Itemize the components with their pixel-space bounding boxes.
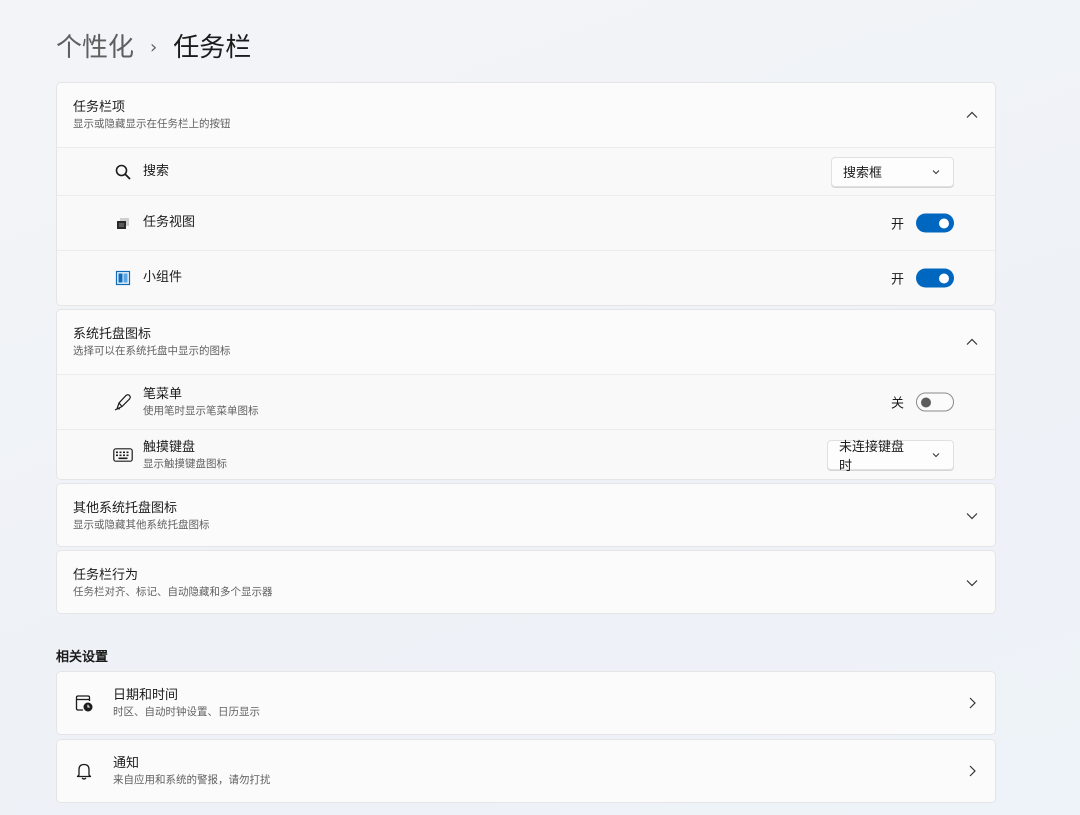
chevron-down-icon	[932, 169, 940, 174]
related-settings-heading: 相关设置	[56, 650, 109, 665]
breadcrumb: 个性化 › 任务栏	[56, 30, 251, 66]
section-title: 系统托盘图标	[73, 327, 152, 342]
dropdown-value: 未连接键盘时	[839, 440, 905, 474]
search-icon	[113, 162, 133, 182]
notifications-text: 通知 来自应用和系统的警报，请勿打扰	[113, 755, 271, 787]
date-time-title: 日期和时间	[113, 688, 179, 703]
chevron-right-icon	[969, 765, 976, 777]
other-tray-icons-header[interactable]: 其他系统托盘图标 显示或隐藏其他系统托盘图标	[57, 484, 995, 546]
date-time-text: 日期和时间 时区、自动时钟设置、日历显示	[113, 687, 260, 719]
search-label: 搜索	[143, 163, 170, 179]
notifications-subtitle: 来自应用和系统的警报，请勿打扰	[113, 774, 271, 786]
dropdown-value: 搜索框	[843, 166, 883, 181]
pen-menu-description: 使用笔时显示笔菜单图标	[143, 405, 259, 417]
task-view-icon	[113, 213, 133, 233]
touch-keyboard-label: 触摸键盘	[143, 440, 196, 455]
toggle-knob	[921, 397, 931, 407]
chevron-up-icon[interactable]	[965, 335, 979, 349]
taskbar-items-section: 任务栏项 显示或隐藏显示在任务栏上的按钮 搜索 搜索框 任务视图 开 小组件 开	[56, 82, 996, 306]
section-subtitle: 选择可以在系统托盘中显示的图标	[73, 345, 231, 357]
chevron-down-icon[interactable]	[965, 509, 979, 523]
touch-keyboard-dropdown[interactable]: 未连接键盘时	[827, 440, 954, 474]
bell-icon	[73, 760, 95, 782]
touch-keyboard-row: 触摸键盘 显示触摸键盘图标 未连接键盘时	[57, 429, 995, 479]
task-view-toggle[interactable]	[916, 213, 954, 233]
section-subtitle: 显示或隐藏显示在任务栏上的按钮	[73, 118, 231, 130]
touch-keyboard-description: 显示触摸键盘图标	[143, 458, 227, 470]
widgets-row: 小组件 开	[57, 250, 995, 305]
task-view-label: 任务视图	[143, 215, 196, 230]
toggle-knob	[939, 218, 949, 228]
taskbar-behaviors-header[interactable]: 任务栏行为 任务栏对齐、标记、自动隐藏和多个显示器	[57, 551, 995, 613]
pen-menu-text: 笔菜单 使用笔时显示笔菜单图标	[143, 386, 259, 418]
search-row: 搜索 搜索框	[57, 147, 995, 195]
system-tray-section: 系统托盘图标 选择可以在系统托盘中显示的图标 笔菜单 使用笔时显示笔菜单图标 关…	[56, 309, 996, 480]
notifications-title: 通知	[113, 756, 140, 771]
toggle-state-label: 关	[890, 396, 904, 412]
section-title: 任务栏项	[73, 100, 126, 115]
pen-menu-label: 笔菜单	[143, 387, 183, 402]
task-view-row: 任务视图 开	[57, 195, 995, 250]
keyboard-icon	[113, 445, 133, 465]
chevron-down-icon	[932, 453, 940, 458]
date-time-subtitle: 时区、自动时钟设置、日历显示	[113, 706, 260, 718]
widgets-toggle[interactable]	[916, 268, 954, 288]
chevron-right-icon	[969, 697, 976, 709]
pen-menu-toggle-group: 关	[890, 392, 954, 412]
section-subtitle: 任务栏对齐、标记、自动隐藏和多个显示器	[73, 586, 273, 598]
date-time-link[interactable]: 日期和时间 时区、自动时钟设置、日历显示	[56, 671, 996, 735]
system-tray-header[interactable]: 系统托盘图标 选择可以在系统托盘中显示的图标	[57, 310, 995, 374]
toggle-knob	[939, 273, 949, 283]
widgets-toggle-group: 开	[890, 268, 954, 288]
toggle-state-label: 开	[890, 217, 904, 233]
taskbar-items-header[interactable]: 任务栏项 显示或隐藏显示在任务栏上的按钮	[57, 83, 995, 147]
pen-menu-row: 笔菜单 使用笔时显示笔菜单图标 关	[57, 374, 995, 429]
widgets-icon	[113, 268, 133, 288]
chevron-up-icon[interactable]	[965, 108, 979, 122]
touch-keyboard-text: 触摸键盘 显示触摸键盘图标	[143, 439, 227, 471]
task-view-toggle-group: 开	[890, 213, 954, 233]
widgets-label: 小组件	[143, 270, 183, 285]
notifications-link[interactable]: 通知 来自应用和系统的警报，请勿打扰	[56, 739, 996, 803]
section-title: 其他系统托盘图标	[73, 501, 178, 516]
search-mode-dropdown[interactable]: 搜索框	[831, 156, 954, 187]
pen-menu-toggle[interactable]	[916, 392, 954, 412]
section-subtitle: 显示或隐藏其他系统托盘图标	[73, 519, 210, 531]
section-title: 任务栏行为	[73, 568, 139, 583]
taskbar-behaviors-section[interactable]: 任务栏行为 任务栏对齐、标记、自动隐藏和多个显示器	[56, 550, 996, 614]
other-tray-icons-section[interactable]: 其他系统托盘图标 显示或隐藏其他系统托盘图标	[56, 483, 996, 547]
chevron-down-icon[interactable]	[965, 576, 979, 590]
pen-icon	[113, 392, 133, 412]
toggle-state-label: 开	[890, 272, 904, 288]
page-title: 任务栏	[173, 33, 252, 63]
breadcrumb-parent[interactable]: 个性化	[56, 30, 134, 66]
breadcrumb-separator: ›	[150, 37, 158, 58]
calendar-clock-icon	[73, 692, 95, 714]
